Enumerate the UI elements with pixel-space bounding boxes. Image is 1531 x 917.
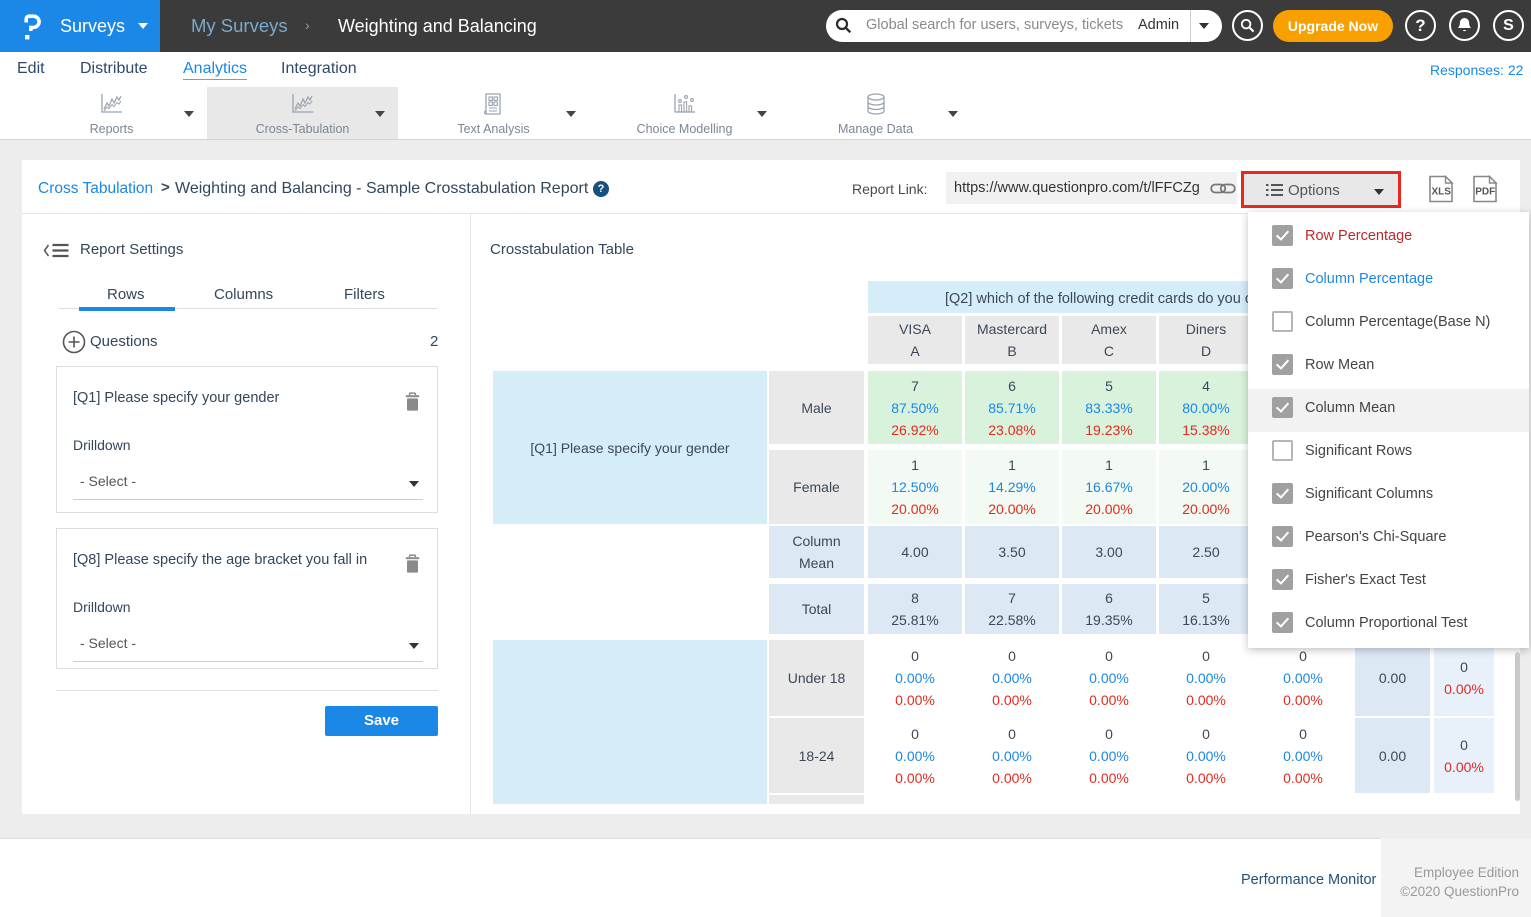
- svg-text:PDF: PDF: [1475, 187, 1495, 198]
- svg-text:XLS: XLS: [1432, 187, 1452, 198]
